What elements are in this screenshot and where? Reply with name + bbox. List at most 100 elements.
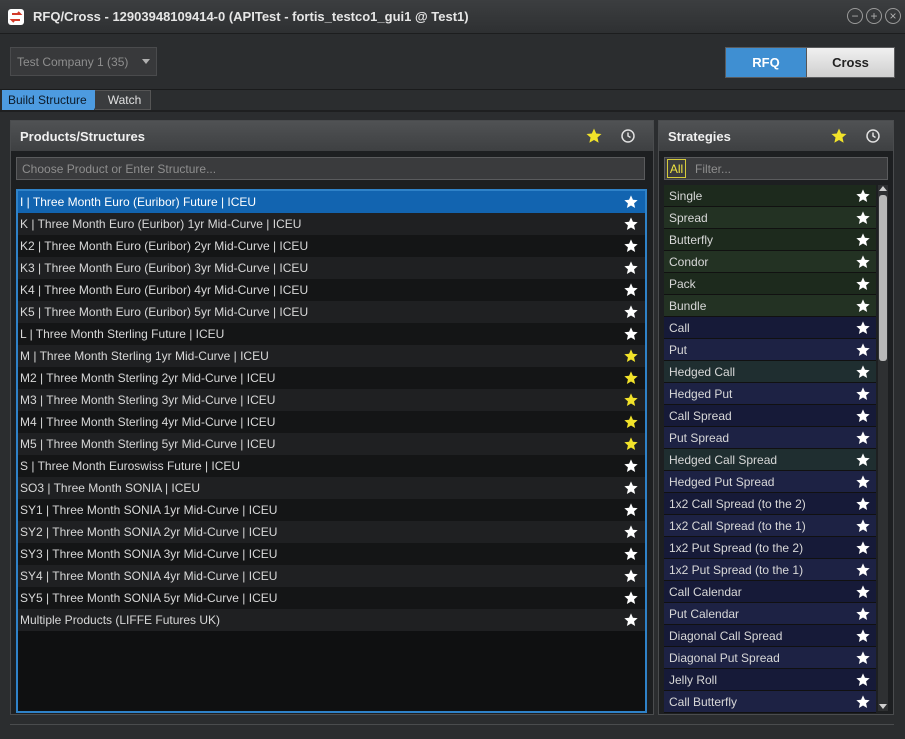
product-row[interactable]: I | Three Month Euro (Euribor) Future | … xyxy=(18,191,645,213)
favorite-star-icon[interactable] xyxy=(855,672,871,688)
strategy-row[interactable]: Jelly Roll xyxy=(664,669,876,691)
product-row[interactable]: M4 | Three Month Sterling 4yr Mid-Curve … xyxy=(18,411,645,433)
strategy-row[interactable]: Put Calendar xyxy=(664,603,876,625)
company-select[interactable]: Test Company 1 (35) xyxy=(10,47,157,76)
product-row[interactable]: M2 | Three Month Sterling 2yr Mid-Curve … xyxy=(18,367,645,389)
product-row[interactable]: S | Three Month Euroswiss Future | ICEU xyxy=(18,455,645,477)
strategy-row[interactable]: Bundle xyxy=(664,295,876,317)
product-row[interactable]: SY1 | Three Month SONIA 1yr Mid-Curve | … xyxy=(18,499,645,521)
favorites-star-icon[interactable] xyxy=(585,127,603,145)
strategy-row[interactable]: Butterfly xyxy=(664,229,876,251)
product-row[interactable]: K | Three Month Euro (Euribor) 1yr Mid-C… xyxy=(18,213,645,235)
product-row[interactable]: M | Three Month Sterling 1yr Mid-Curve |… xyxy=(18,345,645,367)
strategy-row[interactable]: Hedged Call xyxy=(664,361,876,383)
favorite-star-icon[interactable] xyxy=(855,188,871,204)
strategy-row[interactable]: Spread xyxy=(664,207,876,229)
favorite-star-icon[interactable] xyxy=(855,452,871,468)
product-row[interactable]: L | Three Month Sterling Future | ICEU xyxy=(18,323,645,345)
favorite-star-icon[interactable] xyxy=(855,254,871,270)
scroll-thumb[interactable] xyxy=(879,195,887,361)
favorite-star-icon[interactable] xyxy=(623,304,639,320)
history-clock-icon[interactable] xyxy=(620,128,636,144)
favorite-star-icon[interactable] xyxy=(855,232,871,248)
favorite-star-icon[interactable] xyxy=(623,414,639,430)
favorites-star-icon[interactable] xyxy=(830,127,848,145)
tab-build-structure[interactable]: Build Structure xyxy=(2,90,102,110)
strategy-row[interactable]: Call Calendar xyxy=(664,581,876,603)
cross-button[interactable]: Cross xyxy=(806,48,894,77)
product-row[interactable]: SY2 | Three Month SONIA 2yr Mid-Curve | … xyxy=(18,521,645,543)
favorite-star-icon[interactable] xyxy=(623,546,639,562)
product-row[interactable]: K3 | Three Month Euro (Euribor) 3yr Mid-… xyxy=(18,257,645,279)
product-row[interactable]: M3 | Three Month Sterling 3yr Mid-Curve … xyxy=(18,389,645,411)
close-icon[interactable]: × xyxy=(885,8,901,24)
strategy-row[interactable]: 1x2 Call Spread (to the 2) xyxy=(664,493,876,515)
strategy-scrollbar[interactable] xyxy=(878,185,888,711)
favorite-star-icon[interactable] xyxy=(623,282,639,298)
strategy-row[interactable]: Diagonal Put Spread xyxy=(664,647,876,669)
favorite-star-icon[interactable] xyxy=(623,590,639,606)
favorite-star-icon[interactable] xyxy=(623,194,639,210)
strategy-row[interactable]: Put xyxy=(664,339,876,361)
product-row[interactable]: SY3 | Three Month SONIA 3yr Mid-Curve | … xyxy=(18,543,645,565)
maximize-icon[interactable]: + xyxy=(866,8,882,24)
product-row[interactable]: SY4 | Three Month SONIA 4yr Mid-Curve | … xyxy=(18,565,645,587)
favorite-star-icon[interactable] xyxy=(623,612,639,628)
strategy-row[interactable]: Single xyxy=(664,185,876,207)
favorite-star-icon[interactable] xyxy=(855,650,871,666)
favorite-star-icon[interactable] xyxy=(623,524,639,540)
favorite-star-icon[interactable] xyxy=(855,320,871,336)
strategy-row[interactable]: Call Butterfly xyxy=(664,691,876,713)
product-row[interactable]: Multiple Products (LIFFE Futures UK) xyxy=(18,609,645,631)
favorite-star-icon[interactable] xyxy=(855,430,871,446)
favorite-star-icon[interactable] xyxy=(855,584,871,600)
product-row[interactable]: M5 | Three Month Sterling 5yr Mid-Curve … xyxy=(18,433,645,455)
strategy-row[interactable]: 1x2 Call Spread (to the 1) xyxy=(664,515,876,537)
favorite-star-icon[interactable] xyxy=(623,238,639,254)
favorite-star-icon[interactable] xyxy=(855,518,871,534)
favorite-star-icon[interactable] xyxy=(855,606,871,622)
strategy-row[interactable]: Call Spread xyxy=(664,405,876,427)
favorite-star-icon[interactable] xyxy=(855,386,871,402)
strategy-row[interactable]: Pack xyxy=(664,273,876,295)
favorite-star-icon[interactable] xyxy=(855,298,871,314)
favorite-star-icon[interactable] xyxy=(623,458,639,474)
strategy-row[interactable]: Hedged Put Spread xyxy=(664,471,876,493)
product-row[interactable]: K2 | Three Month Euro (Euribor) 2yr Mid-… xyxy=(18,235,645,257)
favorite-star-icon[interactable] xyxy=(855,342,871,358)
all-filter-button[interactable]: All xyxy=(667,159,686,178)
product-row[interactable]: SY5 | Three Month SONIA 5yr Mid-Curve | … xyxy=(18,587,645,609)
favorite-star-icon[interactable] xyxy=(623,348,639,364)
tab-watch[interactable]: Watch xyxy=(95,90,151,110)
history-clock-icon[interactable] xyxy=(865,128,881,144)
favorite-star-icon[interactable] xyxy=(855,540,871,556)
strategy-row[interactable]: Put Spread xyxy=(664,427,876,449)
strategy-row[interactable]: Condor xyxy=(664,251,876,273)
favorite-star-icon[interactable] xyxy=(855,364,871,380)
strategy-row[interactable]: Call xyxy=(664,317,876,339)
favorite-star-icon[interactable] xyxy=(855,408,871,424)
strategy-row[interactable]: Diagonal Call Spread xyxy=(664,625,876,647)
scroll-up-icon[interactable] xyxy=(879,186,887,191)
strategy-row[interactable]: Hedged Call Spread xyxy=(664,449,876,471)
scroll-down-icon[interactable] xyxy=(879,704,887,709)
strategy-row[interactable]: 1x2 Put Spread (to the 1) xyxy=(664,559,876,581)
favorite-star-icon[interactable] xyxy=(855,276,871,292)
product-row[interactable]: K5 | Three Month Euro (Euribor) 5yr Mid-… xyxy=(18,301,645,323)
minimize-icon[interactable]: − xyxy=(847,8,863,24)
product-row[interactable]: SO3 | Three Month SONIA | ICEU xyxy=(18,477,645,499)
favorite-star-icon[interactable] xyxy=(623,436,639,452)
favorite-star-icon[interactable] xyxy=(855,474,871,490)
favorite-star-icon[interactable] xyxy=(855,210,871,226)
rfq-button[interactable]: RFQ xyxy=(726,48,806,77)
favorite-star-icon[interactable] xyxy=(623,216,639,232)
strategy-row[interactable]: Hedged Put xyxy=(664,383,876,405)
favorite-star-icon[interactable] xyxy=(623,392,639,408)
strategy-row[interactable]: 1x2 Put Spread (to the 2) xyxy=(664,537,876,559)
strategy-filter-input[interactable]: Filter... xyxy=(695,162,731,176)
favorite-star-icon[interactable] xyxy=(623,370,639,386)
favorite-star-icon[interactable] xyxy=(855,562,871,578)
favorite-star-icon[interactable] xyxy=(623,480,639,496)
product-search-input[interactable]: Choose Product or Enter Structure... xyxy=(16,157,645,180)
favorite-star-icon[interactable] xyxy=(623,260,639,276)
